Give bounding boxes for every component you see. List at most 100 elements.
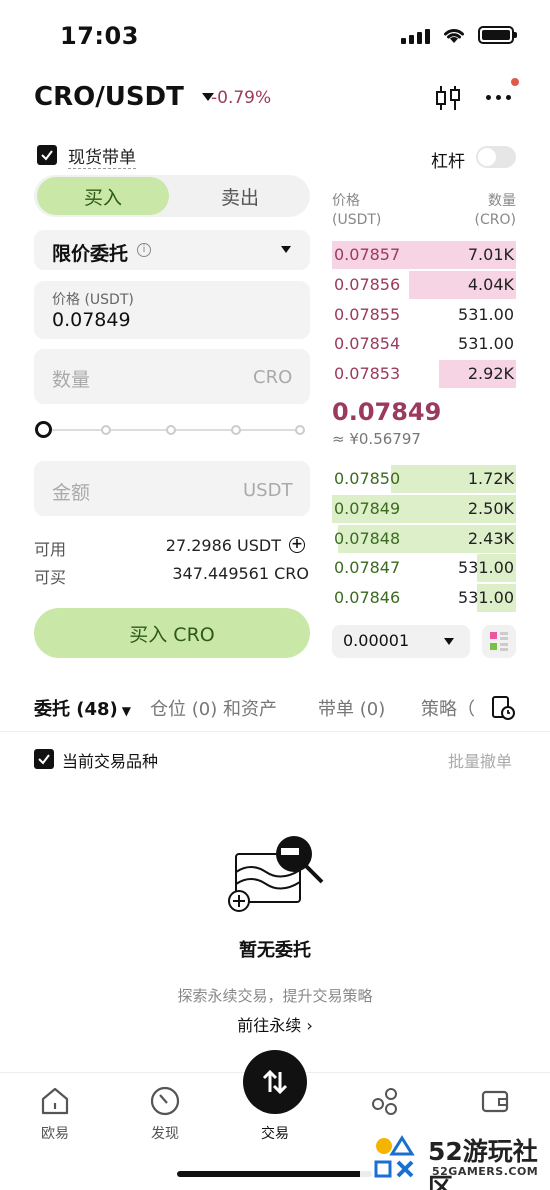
- can-buy-value: 347.449561 CRO: [172, 564, 309, 583]
- trade-icon: [262, 1069, 288, 1095]
- last-price-cny: ≈ ¥0.56797: [332, 430, 421, 448]
- bid-row[interactable]: 0.07847 531.00: [332, 554, 516, 583]
- quantity-input[interactable]: 数量: [52, 365, 90, 392]
- ask-row[interactable]: 0.07857 7.01K: [332, 241, 516, 269]
- tab-copy-orders[interactable]: 带单 (0): [318, 695, 385, 721]
- ask-qty: 2.92K: [467, 364, 514, 384]
- order-history-icon[interactable]: [490, 695, 516, 721]
- current-pair-checkbox[interactable]: [34, 749, 54, 769]
- ask-price: 0.07854: [334, 334, 401, 354]
- amount-input[interactable]: 金额: [52, 478, 90, 505]
- watermark-logo: [374, 1135, 415, 1178]
- bid-price: 0.07849: [334, 498, 401, 518]
- notification-dot: [511, 78, 519, 86]
- chevron-down-icon: [444, 638, 454, 645]
- bid-row[interactable]: 0.07848 2.43K: [332, 524, 516, 553]
- bid-qty: 2.50K: [467, 498, 514, 518]
- empty-orders-icon: [228, 836, 324, 912]
- can-buy-label: 可买: [34, 568, 67, 587]
- pair-selector[interactable]: CRO/USDT: [34, 82, 214, 112]
- ask-row[interactable]: 0.07853 2.92K: [332, 360, 516, 389]
- buy-submit-button[interactable]: 买入 CRO: [34, 608, 310, 658]
- nav-home-label: 欧易: [41, 1126, 69, 1142]
- spot-with-order-label: 现货带单: [68, 143, 136, 169]
- add-funds-icon[interactable]: +: [289, 537, 305, 553]
- ask-qty: 7.01K: [467, 245, 514, 264]
- tab-orders[interactable]: 委托 (48) ▼: [34, 695, 131, 721]
- ask-row[interactable]: 0.07856 4.04K: [332, 270, 516, 299]
- batch-cancel-button[interactable]: 批量撤单: [448, 748, 512, 772]
- cellular-signal-icon: [401, 26, 430, 44]
- ask-row[interactable]: 0.07855 531.00: [332, 301, 516, 329]
- earn-icon: [372, 1088, 397, 1115]
- amount-unit: USDT: [243, 480, 293, 501]
- wifi-icon: [444, 29, 464, 43]
- wallet-icon: [481, 1090, 509, 1113]
- nav-trade[interactable]: [243, 1050, 307, 1114]
- price-change: -0.79%: [211, 88, 272, 108]
- orderbook-layout-button[interactable]: [482, 625, 516, 658]
- price-input[interactable]: 0.07849: [52, 309, 131, 331]
- ask-price: 0.07855: [334, 304, 401, 324]
- leverage-toggle[interactable]: [476, 146, 516, 168]
- nav-trade-label: 交易: [261, 1126, 289, 1142]
- nav-earn[interactable]: [345, 1085, 425, 1121]
- slider-step-25[interactable]: [101, 425, 111, 435]
- go-perpetual-link[interactable]: 前往永续 ›: [0, 1012, 550, 1036]
- leverage-label: 杠杆: [431, 152, 465, 172]
- status-time: 17:03: [60, 22, 139, 50]
- tab-strategy[interactable]: 策略（: [421, 695, 479, 721]
- percent-slider-knob[interactable]: [35, 421, 52, 438]
- bid-qty: 531.00: [458, 558, 514, 578]
- bid-row[interactable]: 0.07846 531.00: [332, 584, 516, 613]
- chevron-down-icon: [281, 246, 291, 253]
- tab-sell[interactable]: 卖出: [172, 177, 308, 215]
- nav-discover-label: 发现: [151, 1126, 179, 1142]
- nav-discover[interactable]: [125, 1085, 205, 1121]
- ob-price-unit: (USDT): [332, 212, 382, 228]
- current-pair-label: 当前交易品种: [62, 752, 159, 771]
- nav-home[interactable]: [15, 1085, 95, 1121]
- info-icon[interactable]: i: [137, 243, 151, 257]
- ask-qty: 531.00: [458, 304, 514, 324]
- bid-row[interactable]: 0.07850 1.72K: [332, 465, 516, 493]
- ask-price: 0.07853: [334, 364, 401, 384]
- ob-qty-unit: (CRO): [474, 212, 516, 228]
- slider-step-100[interactable]: [295, 425, 305, 435]
- available-value: 27.2986 USDT: [165, 536, 281, 555]
- orderbook-layout-icon: [490, 632, 508, 651]
- bid-row[interactable]: 0.07849 2.50K: [332, 494, 516, 523]
- ask-price: 0.07856: [334, 274, 401, 294]
- more-icon[interactable]: [486, 95, 511, 100]
- bid-price: 0.07848: [334, 528, 401, 548]
- last-price[interactable]: 0.07849: [332, 398, 441, 426]
- tab-buy[interactable]: 买入: [37, 177, 169, 215]
- candlestick-chart-icon[interactable]: [434, 84, 462, 112]
- battery-icon: [478, 26, 517, 44]
- ask-row[interactable]: 0.07854 531.00: [332, 330, 516, 358]
- home-indicator: [177, 1171, 372, 1177]
- check-icon: [38, 754, 50, 765]
- check-icon: [41, 150, 53, 161]
- empty-subtitle: 探索永续交易，提升交易策略: [177, 987, 373, 1005]
- nav-wallet[interactable]: [455, 1085, 535, 1121]
- tick-size-value: 0.00001: [343, 631, 410, 650]
- price-field-label: 价格 (USDT): [52, 292, 134, 308]
- quantity-unit: CRO: [253, 367, 293, 388]
- tabs-divider: [0, 731, 550, 732]
- tab-positions[interactable]: 仓位 (0) 和资产: [150, 695, 277, 721]
- spot-with-order-checkbox[interactable]: [37, 145, 57, 165]
- pair-name: CRO/USDT: [34, 82, 184, 112]
- bid-qty: 2.43K: [467, 528, 514, 548]
- bid-qty: 531.00: [458, 588, 514, 608]
- bid-qty: 1.72K: [467, 469, 514, 488]
- watermark-subtext: 52GAMERS.COM: [432, 1165, 539, 1178]
- slider-step-50[interactable]: [166, 425, 176, 435]
- ask-price: 0.07857: [334, 245, 401, 264]
- slider-step-75[interactable]: [231, 425, 241, 435]
- ob-qty-header: 数量: [488, 193, 516, 209]
- bid-price: 0.07846: [334, 588, 401, 608]
- empty-title: 暂无委托: [239, 940, 311, 961]
- available-label: 可用: [34, 540, 67, 559]
- ask-qty: 4.04K: [467, 274, 514, 294]
